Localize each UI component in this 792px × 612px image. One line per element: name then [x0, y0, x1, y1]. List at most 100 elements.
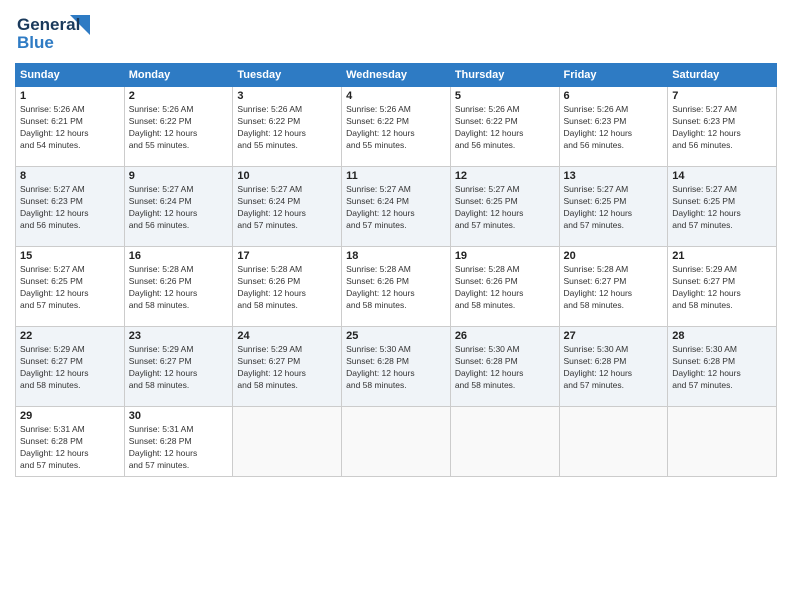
day-info: Sunrise: 5:28 AMSunset: 6:26 PMDaylight:… [237, 264, 337, 312]
calendar-header-wednesday: Wednesday [342, 64, 451, 87]
day-info: Sunrise: 5:30 AMSunset: 6:28 PMDaylight:… [346, 344, 446, 392]
day-number: 15 [20, 250, 120, 262]
day-number: 22 [20, 330, 120, 342]
calendar-cell: 1 Sunrise: 5:26 AMSunset: 6:21 PMDaylight… [16, 87, 125, 167]
day-number: 5 [455, 90, 555, 102]
calendar-cell: 16 Sunrise: 5:28 AMSunset: 6:26 PMDayligh… [124, 247, 233, 327]
day-number: 2 [129, 90, 229, 102]
day-info: Sunrise: 5:26 AMSunset: 6:22 PMDaylight:… [455, 104, 555, 152]
calendar-cell: 19 Sunrise: 5:28 AMSunset: 6:26 PMDayligh… [450, 247, 559, 327]
calendar-cell: 15 Sunrise: 5:27 AMSunset: 6:25 PMDayligh… [16, 247, 125, 327]
calendar-header-sunday: Sunday [16, 64, 125, 87]
calendar-cell: 24 Sunrise: 5:29 AMSunset: 6:27 PMDayligh… [233, 327, 342, 407]
day-info: Sunrise: 5:27 AMSunset: 6:25 PMDaylight:… [455, 184, 555, 232]
calendar-cell: 2 Sunrise: 5:26 AMSunset: 6:22 PMDaylight… [124, 87, 233, 167]
calendar-header-monday: Monday [124, 64, 233, 87]
day-number: 13 [564, 170, 664, 182]
day-number: 11 [346, 170, 446, 182]
calendar-cell: 13 Sunrise: 5:27 AMSunset: 6:25 PMDayligh… [559, 167, 668, 247]
day-number: 16 [129, 250, 229, 262]
calendar-header-friday: Friday [559, 64, 668, 87]
day-info: Sunrise: 5:26 AMSunset: 6:21 PMDaylight:… [20, 104, 120, 152]
day-number: 10 [237, 170, 337, 182]
day-number: 4 [346, 90, 446, 102]
day-info: Sunrise: 5:31 AMSunset: 6:28 PMDaylight:… [20, 424, 120, 472]
calendar-cell: 18Sunrise: 5:28 AMSunset: 6:26 PMDayligh… [342, 247, 451, 327]
calendar-header-tuesday: Tuesday [233, 64, 342, 87]
day-number: 8 [20, 170, 120, 182]
day-number: 24 [237, 330, 337, 342]
calendar-cell: 10 Sunrise: 5:27 AMSunset: 6:24 PMDayligh… [233, 167, 342, 247]
day-info: Sunrise: 5:27 AMSunset: 6:25 PMDaylight:… [672, 184, 772, 232]
day-info: Sunrise: 5:29 AMSunset: 6:27 PMDaylight:… [672, 264, 772, 312]
calendar-cell: 9 Sunrise: 5:27 AMSunset: 6:24 PMDaylight… [124, 167, 233, 247]
day-info: Sunrise: 5:30 AMSunset: 6:28 PMDaylight:… [455, 344, 555, 392]
day-number: 20 [564, 250, 664, 262]
calendar-cell: 27Sunrise: 5:30 AMSunset: 6:28 PMDayligh… [559, 327, 668, 407]
calendar-cell [342, 407, 451, 477]
calendar-cell: 23 Sunrise: 5:29 AMSunset: 6:27 PMDayligh… [124, 327, 233, 407]
day-number: 17 [237, 250, 337, 262]
day-info: Sunrise: 5:26 AMSunset: 6:22 PMDaylight:… [129, 104, 229, 152]
day-info: Sunrise: 5:28 AMSunset: 6:26 PMDaylight:… [346, 264, 446, 312]
calendar-cell: 14 Sunrise: 5:27 AMSunset: 6:25 PMDayligh… [668, 167, 777, 247]
day-number: 9 [129, 170, 229, 182]
day-number: 23 [129, 330, 229, 342]
day-number: 19 [455, 250, 555, 262]
day-number: 25 [346, 330, 446, 342]
day-info: Sunrise: 5:28 AMSunset: 6:26 PMDaylight:… [455, 264, 555, 312]
svg-text:Blue: Blue [17, 33, 54, 52]
calendar-cell: 7 Sunrise: 5:27 AMSunset: 6:23 PMDaylight… [668, 87, 777, 167]
day-number: 1 [20, 90, 120, 102]
calendar-cell: 5 Sunrise: 5:26 AMSunset: 6:22 PMDaylight… [450, 87, 559, 167]
calendar-cell: 11 Sunrise: 5:27 AMSunset: 6:24 PMDayligh… [342, 167, 451, 247]
day-info: Sunrise: 5:27 AMSunset: 6:24 PMDaylight:… [237, 184, 337, 232]
calendar-cell: 22 Sunrise: 5:29 AMSunset: 6:27 PMDayligh… [16, 327, 125, 407]
calendar-header-saturday: Saturday [668, 64, 777, 87]
calendar-cell: 26 Sunrise: 5:30 AMSunset: 6:28 PMDayligh… [450, 327, 559, 407]
calendar-cell: 6Sunrise: 5:26 AMSunset: 6:23 PMDaylight… [559, 87, 668, 167]
day-number: 7 [672, 90, 772, 102]
calendar-cell: 30Sunrise: 5:31 AMSunset: 6:28 PMDayligh… [124, 407, 233, 477]
day-info: Sunrise: 5:29 AMSunset: 6:27 PMDaylight:… [20, 344, 120, 392]
day-info: Sunrise: 5:27 AMSunset: 6:25 PMDaylight:… [20, 264, 120, 312]
calendar-cell: 17 Sunrise: 5:28 AMSunset: 6:26 PMDayligh… [233, 247, 342, 327]
calendar-cell: 3 Sunrise: 5:26 AMSunset: 6:22 PMDaylight… [233, 87, 342, 167]
calendar-cell [559, 407, 668, 477]
day-info: Sunrise: 5:30 AMSunset: 6:28 PMDaylight:… [564, 344, 664, 392]
day-number: 21 [672, 250, 772, 262]
calendar-table: SundayMondayTuesdayWednesdayThursdayFrid… [15, 63, 777, 477]
day-info: Sunrise: 5:27 AMSunset: 6:23 PMDaylight:… [20, 184, 120, 232]
day-number: 29 [20, 410, 120, 422]
day-info: Sunrise: 5:27 AMSunset: 6:24 PMDaylight:… [129, 184, 229, 232]
day-info: Sunrise: 5:29 AMSunset: 6:27 PMDaylight:… [129, 344, 229, 392]
calendar-cell: 21 Sunrise: 5:29 AMSunset: 6:27 PMDayligh… [668, 247, 777, 327]
day-info: Sunrise: 5:28 AMSunset: 6:26 PMDaylight:… [129, 264, 229, 312]
day-info: Sunrise: 5:27 AMSunset: 6:25 PMDaylight:… [564, 184, 664, 232]
logo: GeneralBlue [15, 10, 95, 55]
day-number: 3 [237, 90, 337, 102]
calendar-header-thursday: Thursday [450, 64, 559, 87]
day-info: Sunrise: 5:27 AMSunset: 6:24 PMDaylight:… [346, 184, 446, 232]
calendar-cell: 4 Sunrise: 5:26 AMSunset: 6:22 PMDaylight… [342, 87, 451, 167]
calendar-cell: 20Sunrise: 5:28 AMSunset: 6:27 PMDayligh… [559, 247, 668, 327]
calendar-cell: 8 Sunrise: 5:27 AMSunset: 6:23 PMDaylight… [16, 167, 125, 247]
day-info: Sunrise: 5:26 AMSunset: 6:22 PMDaylight:… [237, 104, 337, 152]
day-info: Sunrise: 5:26 AMSunset: 6:22 PMDaylight:… [346, 104, 446, 152]
day-number: 28 [672, 330, 772, 342]
day-number: 12 [455, 170, 555, 182]
logo-svg: GeneralBlue [15, 10, 95, 55]
calendar-cell [450, 407, 559, 477]
day-number: 6 [564, 90, 664, 102]
calendar-header-row: SundayMondayTuesdayWednesdayThursdayFrid… [16, 64, 777, 87]
day-number: 30 [129, 410, 229, 422]
svg-text:General: General [17, 15, 80, 34]
day-info: Sunrise: 5:29 AMSunset: 6:27 PMDaylight:… [237, 344, 337, 392]
calendar-cell: 12 Sunrise: 5:27 AMSunset: 6:25 PMDayligh… [450, 167, 559, 247]
calendar-cell: 29 Sunrise: 5:31 AMSunset: 6:28 PMDayligh… [16, 407, 125, 477]
day-number: 26 [455, 330, 555, 342]
day-info: Sunrise: 5:27 AMSunset: 6:23 PMDaylight:… [672, 104, 772, 152]
day-number: 14 [672, 170, 772, 182]
calendar-cell [668, 407, 777, 477]
calendar-cell [233, 407, 342, 477]
